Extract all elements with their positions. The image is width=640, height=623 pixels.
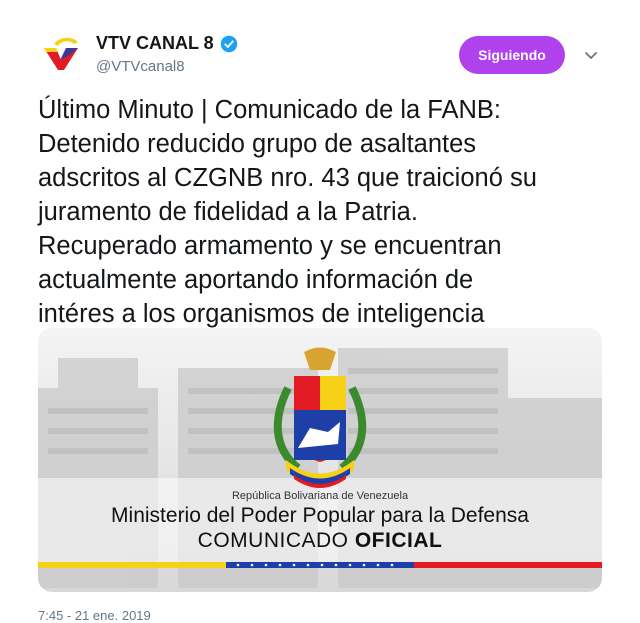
tweet-image[interactable]: República Bolivariana de Venezuela Minis… — [38, 328, 602, 592]
flag-stripe-red — [414, 562, 602, 568]
republic-label: República Bolivariana de Venezuela — [231, 490, 409, 502]
ministry-label: Ministerio del Poder Popular para la Def… — [111, 504, 529, 527]
verified-badge-icon — [220, 35, 237, 52]
chevron-down-icon[interactable] — [582, 46, 600, 64]
tweet-timestamp[interactable]: 7:45 - 21 ene. 2019 — [38, 608, 151, 623]
following-button[interactable]: Siguiendo — [459, 36, 565, 74]
account-name[interactable]: VTV CANAL 8 — [96, 33, 214, 54]
flag-stripe-yellow — [38, 562, 226, 568]
tweet-header: VTV CANAL 8 @VTVcanal8 Siguiendo — [0, 0, 640, 90]
flag-stripe-blue — [226, 562, 414, 568]
vtv-logo-icon[interactable] — [34, 26, 88, 80]
tweet-text: Último Minuto | Comunicado de la FANB: D… — [38, 96, 537, 328]
comunicado-label: COMUNICADO OFICIAL — [197, 529, 443, 552]
account-handle[interactable]: @VTVcanal8 — [96, 58, 185, 75]
